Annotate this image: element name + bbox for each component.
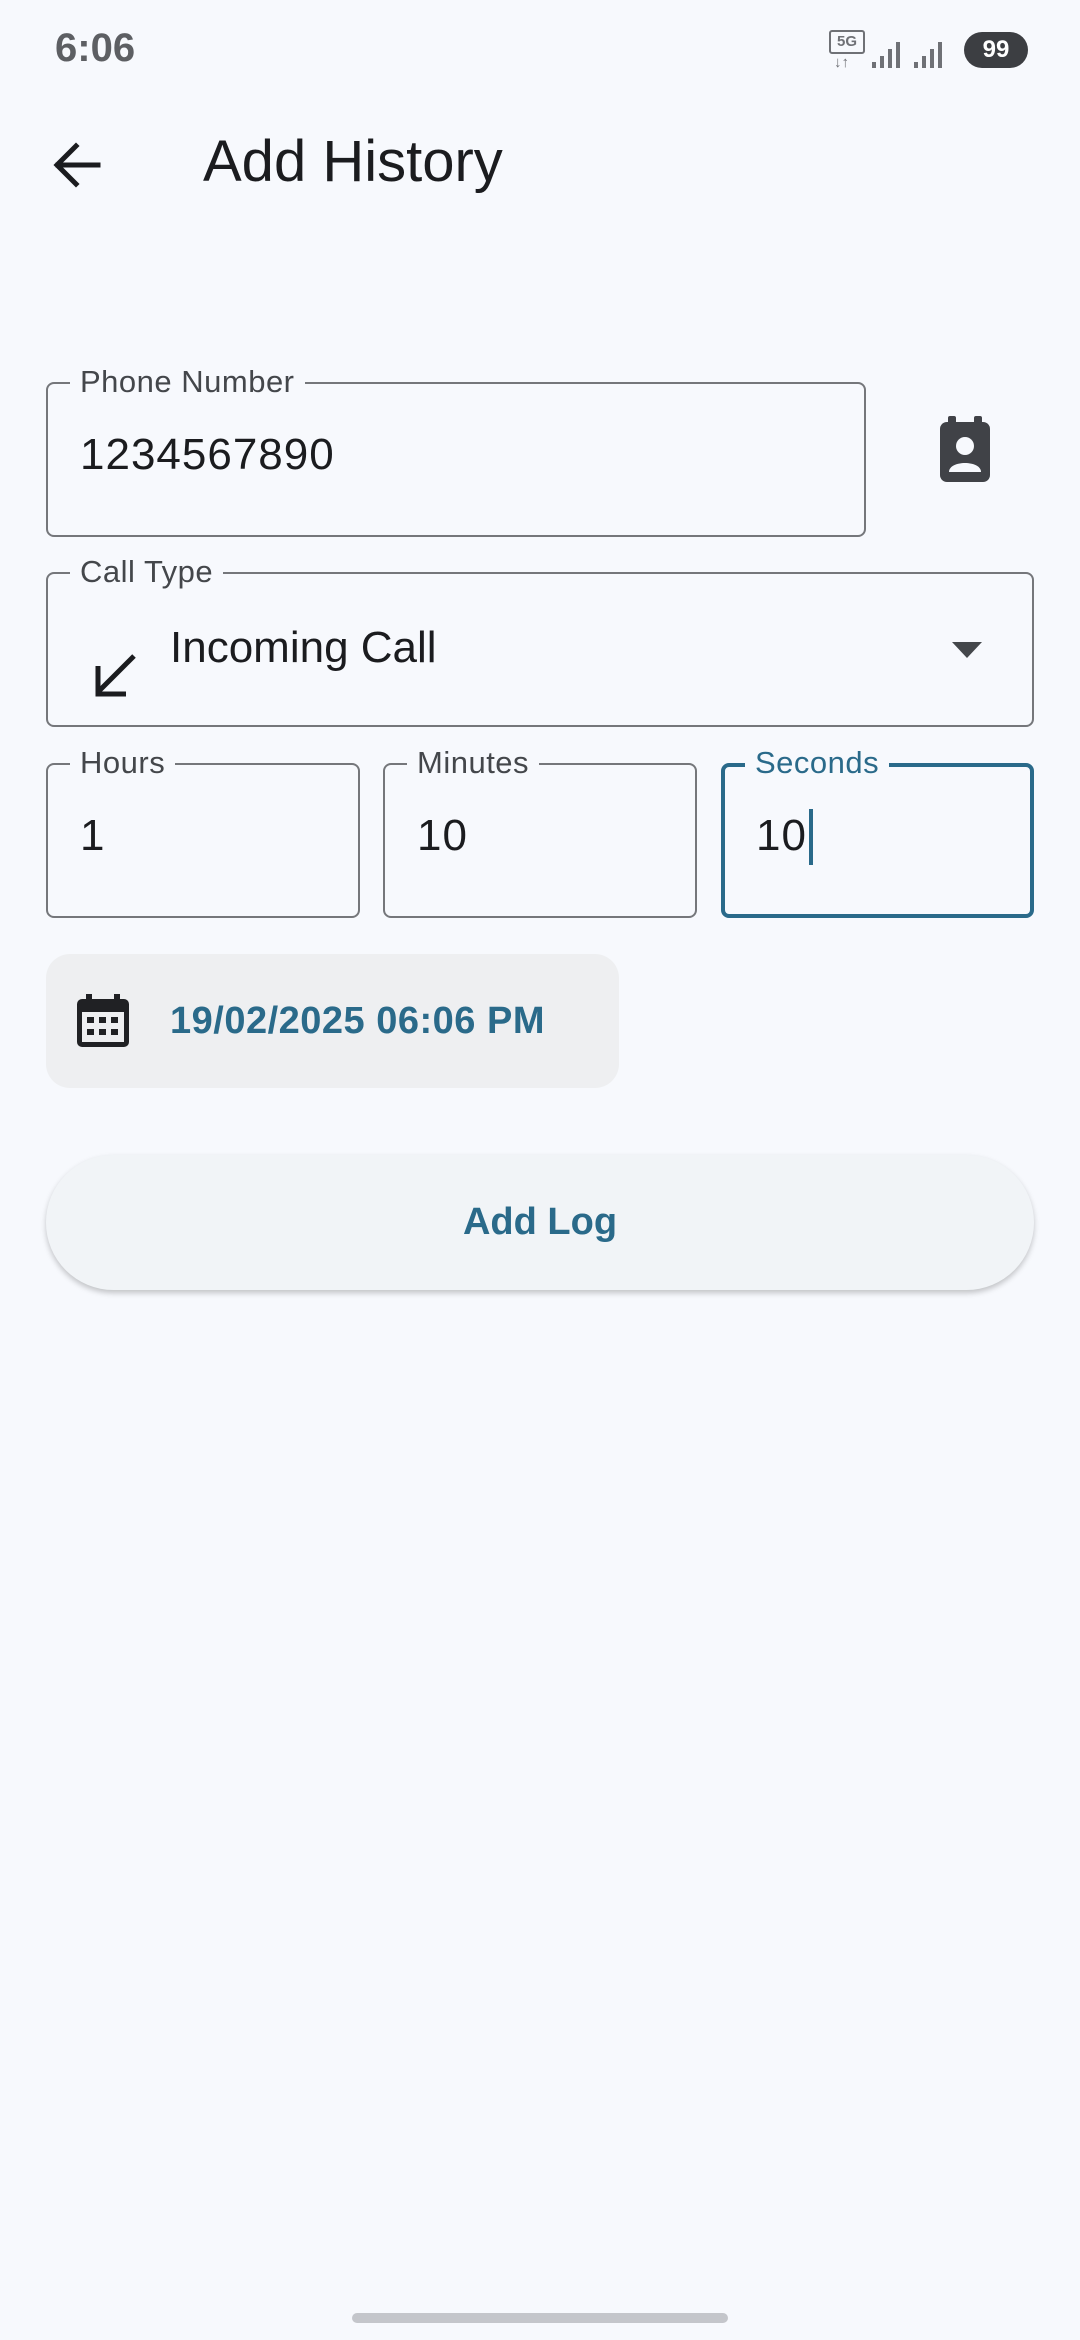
dropdown-arrow-icon[interactable] bbox=[950, 640, 984, 660]
hours-label: Hours bbox=[70, 743, 176, 783]
date-time-value: 19/02/2025 06:06 PM bbox=[170, 1000, 545, 1042]
minutes-label: Minutes bbox=[407, 743, 540, 783]
status-bar: 6:06 5G ↓↑ 99 bbox=[0, 0, 1080, 100]
signal-icon-2 bbox=[914, 42, 942, 68]
phone-number-value: 1234567890 bbox=[80, 430, 335, 479]
call-received-icon bbox=[95, 654, 136, 697]
hours-value: 1 bbox=[80, 811, 106, 860]
phone-number-label: Phone Number bbox=[70, 362, 305, 402]
minutes-field[interactable]: Minutes 10 bbox=[383, 743, 697, 918]
page-title: Add History bbox=[203, 129, 503, 194]
add-log-button[interactable]: Add Log bbox=[46, 1155, 1034, 1290]
text-cursor bbox=[809, 809, 813, 865]
contact-picker-button[interactable] bbox=[930, 410, 1000, 490]
calendar-icon bbox=[77, 994, 129, 1047]
seconds-label: Seconds bbox=[745, 743, 890, 783]
status-time: 6:06 bbox=[55, 26, 136, 70]
seconds-field[interactable]: Seconds 10 bbox=[721, 743, 1034, 918]
network-5g-icon: 5G ↓↑ bbox=[828, 30, 865, 72]
gesture-nav-handle[interactable] bbox=[352, 2313, 728, 2323]
arrow-back-icon bbox=[53, 142, 101, 188]
date-time-picker-button[interactable]: 19/02/2025 06:06 PM bbox=[46, 954, 619, 1088]
call-type-value: Incoming Call bbox=[170, 623, 437, 672]
battery-indicator: 99 bbox=[964, 32, 1028, 68]
back-button[interactable] bbox=[38, 125, 118, 205]
call-type-label: Call Type bbox=[70, 552, 224, 592]
add-history-screen: 6:06 5G ↓↑ 99 Add History Phone Number 1… bbox=[0, 0, 1080, 2340]
contact-book-icon bbox=[940, 416, 990, 482]
signal-icon bbox=[872, 42, 900, 68]
status-icons: 5G ↓↑ 99 bbox=[828, 30, 1028, 72]
minutes-value: 10 bbox=[417, 811, 468, 860]
hours-field[interactable]: Hours 1 bbox=[46, 743, 360, 918]
seconds-value: 10 bbox=[756, 811, 807, 860]
phone-number-field[interactable]: Phone Number 1234567890 bbox=[46, 362, 866, 537]
